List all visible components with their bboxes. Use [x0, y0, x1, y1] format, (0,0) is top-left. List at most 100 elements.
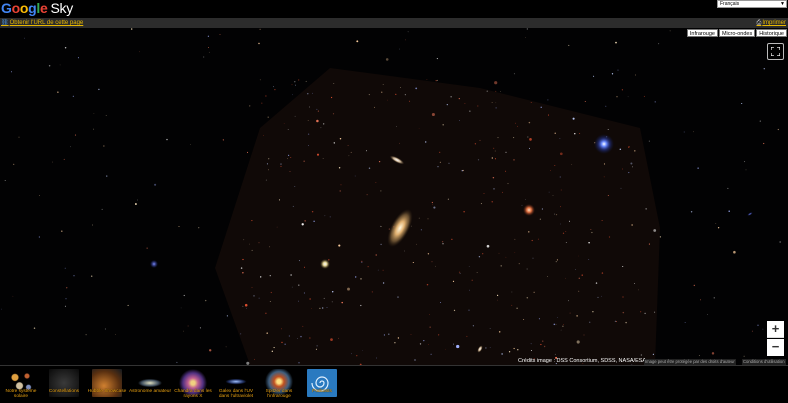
- zoom-out-button[interactable]: −: [767, 339, 784, 356]
- star: [571, 164, 573, 165]
- star: [531, 239, 533, 242]
- star: [397, 337, 400, 339]
- star: [615, 321, 617, 322]
- layer-infrared-button[interactable]: Infrarouge: [686, 29, 718, 37]
- star: [309, 298, 311, 300]
- star: [338, 244, 341, 247]
- star: [253, 295, 255, 297]
- star: [578, 255, 580, 257]
- star: [290, 274, 292, 276]
- star: [288, 154, 290, 156]
- gallery-item-hubble[interactable]: Hubble Showcase: [88, 369, 126, 397]
- star: [130, 28, 133, 30]
- star: [93, 128, 95, 130]
- star: [278, 199, 281, 201]
- star: [415, 87, 418, 90]
- star: [266, 163, 268, 165]
- star: [380, 225, 381, 227]
- star: [627, 96, 629, 98]
- print-link[interactable]: ⎙Imprimer: [757, 19, 786, 27]
- star: [578, 277, 581, 280]
- top-bar: Google Sky Français ▼: [0, 0, 788, 18]
- star: [471, 279, 473, 281]
- star: [316, 108, 318, 110]
- star: [429, 314, 430, 315]
- star: [136, 199, 138, 201]
- star: [387, 99, 388, 101]
- star: [52, 161, 53, 163]
- star: [568, 220, 571, 222]
- get-page-url-link[interactable]: ⛓Obtenir l'URL de cette page: [1, 19, 83, 27]
- star: [283, 123, 285, 124]
- star: [645, 208, 647, 210]
- star: [640, 354, 643, 356]
- star: [532, 257, 534, 259]
- star: [513, 347, 515, 350]
- star: [530, 102, 532, 104]
- star: [477, 159, 480, 161]
- star: [653, 229, 657, 232]
- star: [354, 175, 356, 177]
- star: [416, 243, 417, 245]
- star: [59, 64, 61, 66]
- star: [426, 78, 428, 80]
- zoom-in-button[interactable]: +: [767, 321, 784, 338]
- gallery-item-amateur[interactable]: Astronome amateur: [129, 369, 171, 397]
- star: [495, 102, 497, 104]
- layer-microwave-button[interactable]: Micro-ondes: [718, 29, 756, 37]
- star: [634, 150, 636, 152]
- star: [410, 334, 412, 335]
- star: [146, 247, 148, 249]
- fullscreen-button[interactable]: [767, 43, 784, 60]
- star: [540, 343, 542, 346]
- star: [166, 138, 168, 141]
- star: [511, 291, 513, 293]
- small-galaxy-right: [747, 212, 753, 216]
- star: [472, 325, 475, 327]
- star: [383, 334, 385, 336]
- star: [98, 88, 100, 91]
- google-sky-logo[interactable]: Google Sky: [1, 0, 73, 18]
- gallery-item-spitzer[interactable]: Spitzer dans l'infrarouge: [263, 369, 295, 399]
- star: [427, 253, 430, 255]
- star: [431, 112, 435, 117]
- star: [183, 294, 185, 297]
- star: [396, 126, 397, 127]
- layer-historical-button[interactable]: Historique: [756, 29, 787, 37]
- star: [627, 147, 629, 148]
- star: [589, 321, 591, 323]
- star: [547, 114, 550, 116]
- language-select[interactable]: Français ▼: [717, 0, 787, 8]
- star: [690, 211, 693, 213]
- star: [243, 239, 245, 241]
- star: [269, 301, 271, 302]
- star: [489, 347, 491, 348]
- star: [500, 265, 502, 267]
- star: [554, 164, 556, 166]
- gallery-item-galex[interactable]: Galex dans l'UV dans l'ultraviolet: [219, 369, 253, 399]
- star: [530, 343, 532, 345]
- star: [495, 90, 497, 92]
- star: [617, 69, 619, 71]
- star: [198, 227, 200, 229]
- star: [495, 107, 497, 109]
- link-icon: ⛓: [1, 20, 9, 26]
- gallery-item-solar-system[interactable]: Notre système solaire: [5, 369, 37, 399]
- star: [268, 158, 270, 160]
- star: [322, 158, 324, 159]
- star: [497, 294, 499, 296]
- star: [64, 267, 66, 269]
- gallery-item-chandra[interactable]: Chandra dans les rayons X: [174, 369, 212, 399]
- sky-map[interactable]: [0, 28, 788, 365]
- star: [246, 307, 248, 309]
- star: [556, 214, 558, 216]
- gallery-item-podcasts[interactable]: Podcasts: [306, 369, 338, 397]
- star: [428, 344, 429, 345]
- star: [348, 155, 350, 157]
- gallery-item-constellations[interactable]: Constellations: [48, 369, 80, 397]
- star: [537, 238, 539, 240]
- star: [541, 208, 543, 210]
- star: [514, 122, 517, 124]
- star: [500, 91, 501, 92]
- star: [527, 136, 529, 138]
